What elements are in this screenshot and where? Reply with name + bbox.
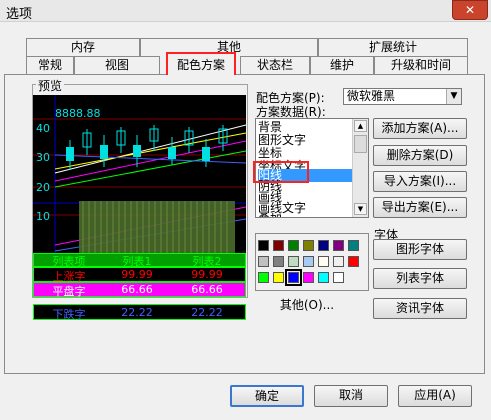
color-swatch[interactable]: [303, 272, 314, 283]
preview-row-flat-v2: 66.66: [191, 283, 223, 296]
scheme-select[interactable]: 微软雅黑: [343, 88, 462, 105]
preview-row-down-v1: 22.22: [121, 306, 153, 319]
color-swatch[interactable]: [303, 240, 314, 251]
preview-label: 预览: [36, 77, 65, 94]
ok-button[interactable]: 确定: [230, 385, 304, 407]
preview-price: 8888.88: [55, 107, 101, 120]
preview-ytick-40: 40: [36, 122, 50, 135]
window-title: 选项: [6, 7, 33, 22]
color-swatch[interactable]: [258, 272, 269, 283]
export-scheme-button[interactable]: 导出方案(E)...: [373, 197, 467, 218]
scroll-thumb[interactable]: [354, 135, 367, 153]
tab-status-bar[interactable]: 状态栏: [240, 56, 310, 74]
tab-memory[interactable]: 内存: [26, 38, 140, 56]
preview-row-up-v1: 99.99: [121, 268, 153, 281]
tab-general[interactable]: 常规: [26, 56, 74, 74]
color-swatch[interactable]: [258, 240, 269, 251]
preview-row-flat-v1: 66.66: [121, 283, 153, 296]
color-swatch[interactable]: [318, 272, 329, 283]
preview-row-flat-label: 平盘字: [52, 285, 86, 298]
color-swatch[interactable]: [333, 256, 344, 267]
preview-table: 列表项 列表1 列表2 上涨字 99.99 99.99 平盘字 66.66 66…: [33, 253, 246, 298]
color-swatch[interactable]: [288, 240, 299, 251]
preview-row-up-v2: 99.99: [191, 268, 223, 281]
scroll-up-icon[interactable]: ▲: [354, 120, 367, 132]
preview-canvas: 8888.88 40 30 20 10 列表项 列表1 列表2 上涨字 99.9…: [33, 95, 246, 298]
preview-row-down-label: 下跌字: [52, 308, 86, 321]
import-scheme-button[interactable]: 导入方案(I)...: [373, 171, 467, 192]
tab-maintenance[interactable]: 维护: [310, 56, 374, 74]
scroll-down-icon[interactable]: ▼: [354, 203, 367, 215]
color-swatch[interactable]: [258, 256, 269, 267]
apply-button[interactable]: 应用(A): [398, 385, 472, 407]
color-swatch[interactable]: [333, 272, 344, 283]
preview-ytick-30: 30: [36, 151, 50, 164]
color-swatch[interactable]: [288, 256, 299, 267]
cancel-button[interactable]: 取消: [314, 385, 388, 407]
preview-row-down-v2: 22.22: [191, 306, 223, 319]
tab-extended-stats[interactable]: 扩展统计: [318, 38, 468, 56]
close-button[interactable]: ✕: [452, 0, 488, 20]
list-item[interactable]: 叠加: [258, 213, 354, 218]
color-swatch[interactable]: [333, 240, 344, 251]
tab-upgrade-time[interactable]: 升级和时间: [374, 56, 468, 74]
list-font-button[interactable]: 列表字体: [373, 268, 467, 289]
title-bar: [0, 0, 491, 22]
info-font-button[interactable]: 资讯字体: [373, 298, 467, 319]
other-color-button[interactable]: 其他(O)...: [272, 296, 342, 317]
color-swatch[interactable]: [273, 240, 284, 251]
preview-ytick-20: 20: [36, 181, 50, 194]
delete-scheme-button[interactable]: 删除方案(D): [373, 145, 467, 166]
color-swatch[interactable]: [273, 272, 284, 283]
color-swatch[interactable]: [318, 256, 329, 267]
tab-view[interactable]: 视图: [74, 56, 160, 74]
annotation-box: [253, 161, 309, 183]
color-swatch[interactable]: [303, 256, 314, 267]
swatch-grid: [258, 240, 368, 290]
chevron-down-icon[interactable]: ▼: [446, 89, 461, 104]
tab-color-scheme[interactable]: 配色方案: [166, 52, 236, 75]
color-swatch[interactable]: [285, 269, 302, 286]
graph-font-button[interactable]: 图形字体: [373, 239, 467, 260]
list-scrollbar[interactable]: ▲ ▼: [352, 119, 368, 217]
preview-ytick-10: 10: [36, 210, 50, 223]
color-swatch[interactable]: [348, 240, 359, 251]
color-swatch[interactable]: [318, 240, 329, 251]
color-swatch[interactable]: [348, 256, 359, 267]
add-scheme-button[interactable]: 添加方案(A)...: [373, 118, 467, 139]
color-swatch[interactable]: [273, 256, 284, 267]
